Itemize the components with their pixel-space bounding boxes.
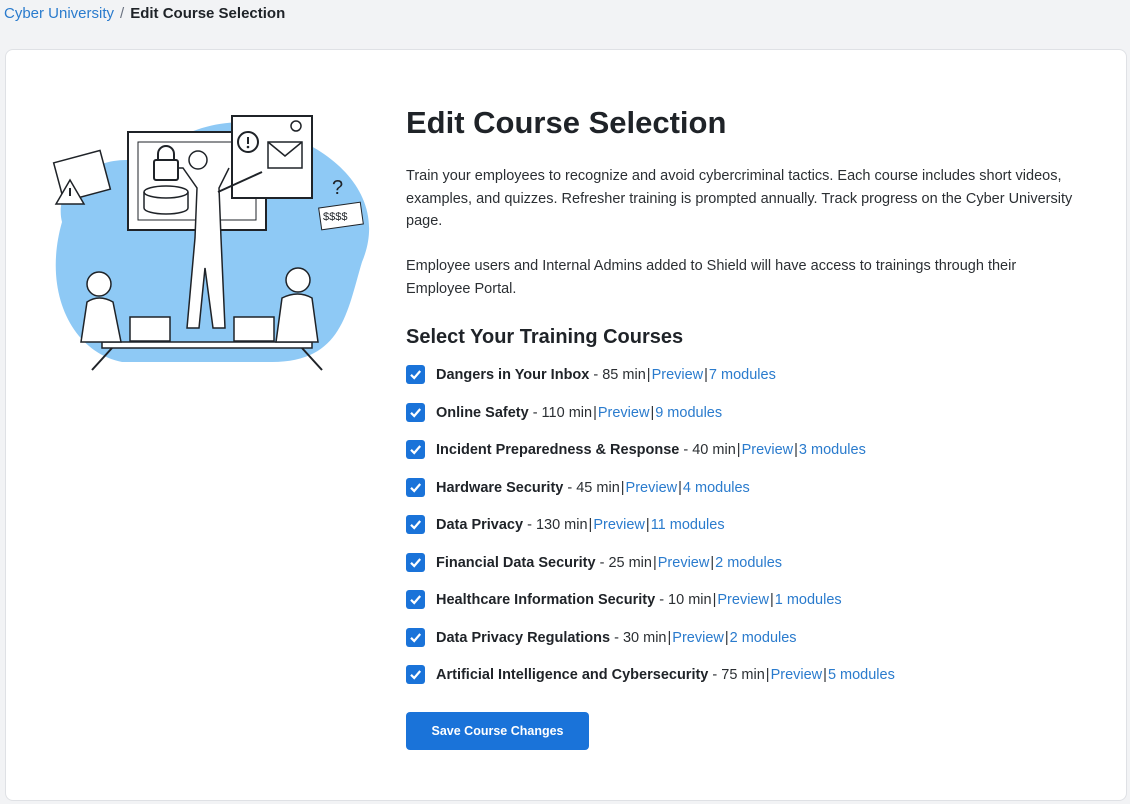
page-description: Train your employees to recognize and av… [406, 168, 1073, 229]
save-course-changes-button[interactable]: Save Course Changes [406, 712, 589, 750]
illustration-dollar-text: $$$$ [323, 211, 347, 223]
course-name: Data Privacy Regulations [436, 629, 611, 646]
checkmark-icon [410, 670, 422, 680]
course-item-incident-preparedness: Incident Preparedness & Response - 40 mi… [406, 439, 895, 477]
course-modules-link[interactable]: 1 modules [775, 589, 842, 611]
breadcrumb-current: Edit Course Selection [130, 5, 286, 22]
course-preview-link[interactable]: Preview [717, 589, 769, 611]
course-checkbox[interactable] [406, 365, 425, 384]
course-name: Artificial Intelligence and Cybersecurit… [436, 667, 709, 683]
course-preview-link[interactable]: Preview [742, 439, 794, 461]
course-modules-link[interactable]: 11 modules [651, 514, 725, 536]
course-duration: - 10 min [659, 592, 712, 608]
course-modules-link[interactable]: 2 modules [730, 627, 797, 649]
checkmark-icon [410, 445, 422, 455]
course-checkbox[interactable] [406, 402, 425, 422]
course-selection-card: ? $$$$ Edit Course Selection Train your … [5, 49, 1127, 801]
breadcrumb-link-cyber-university[interactable]: Cyber University [4, 5, 114, 22]
course-checkbox[interactable] [406, 627, 425, 647]
course-preview-link[interactable]: Preview [658, 552, 710, 574]
checkmark-icon [410, 407, 422, 418]
course-preview-link[interactable]: Preview [652, 364, 704, 386]
course-duration: - 40 min [683, 442, 736, 458]
course-item-data-privacy: Data Privacy - 130 min | Preview | 11 module… [406, 514, 895, 552]
course-name: Healthcare Information Security [436, 592, 656, 608]
course-checkbox[interactable] [406, 515, 425, 534]
course-preview-link[interactable]: Preview [626, 477, 678, 499]
course-modules-link[interactable]: 3 modules [799, 439, 866, 461]
course-item-data-privacy-regulations: Data Privacy Regulations - 30 min | Previe… [406, 627, 895, 665]
course-item-financial-data-security: Financial Data Security - 25 min | Preview… [406, 552, 895, 590]
course-modules-link[interactable]: 2 modules [715, 552, 782, 574]
checkmark-icon [410, 520, 422, 530]
course-name: Incident Preparedness & Response [436, 442, 680, 458]
course-item-online-safety: Online Safety - 110 min | Preview | 9 module… [406, 402, 895, 440]
course-preview-link[interactable]: Preview [593, 514, 645, 536]
breadcrumb: Cyber University / Edit Course Selection [4, 5, 285, 23]
course-list: Dangers in Your Inbox - 85 min | Preview | 7… [406, 364, 895, 702]
section-title: Select Your Training Courses [406, 326, 684, 348]
course-preview-link[interactable]: Preview [771, 664, 823, 686]
course-item-dangers-in-your-inbox: Dangers in Your Inbox - 85 min | Preview | 7… [406, 364, 895, 402]
course-duration: - 45 min [567, 479, 620, 496]
cybersecurity-training-illustration: ? $$$$ [52, 115, 370, 371]
course-preview-link[interactable]: Preview [598, 402, 650, 424]
breadcrumb-separator: / [120, 5, 125, 22]
course-duration: - 75 min [712, 667, 765, 683]
page-access-note: Employee users and Internal Admins added… [406, 258, 1017, 297]
course-checkbox[interactable] [406, 590, 425, 609]
course-item-hardware-security: Hardware Security - 45 min | Preview | 4 mod… [406, 477, 895, 515]
course-name: Financial Data Security [436, 554, 596, 571]
course-checkbox[interactable] [406, 477, 425, 497]
course-item-ai-and-cybersecurity: Artificial Intelligence and Cybersecurit… [406, 664, 895, 702]
course-preview-link[interactable]: Preview [672, 627, 724, 649]
checkmark-icon [410, 632, 422, 643]
svg-text:?: ? [332, 177, 343, 199]
course-duration: - 30 min [614, 629, 667, 646]
course-name: Dangers in Your Inbox [436, 367, 590, 383]
course-name: Online Safety [436, 404, 529, 421]
course-checkbox[interactable] [406, 552, 425, 572]
course-modules-link[interactable]: 5 modules [828, 664, 895, 686]
checkmark-icon [410, 595, 422, 605]
page-title: Edit Course Selection [406, 105, 727, 140]
course-modules-link[interactable]: 9 modules [655, 402, 722, 424]
course-duration: - 110 min [532, 404, 593, 421]
course-name: Hardware Security [436, 479, 564, 496]
course-item-healthcare-information-security: Healthcare Information Security - 10 min… [406, 589, 895, 627]
course-duration: - 25 min [599, 554, 652, 571]
course-name: Data Privacy [436, 517, 524, 533]
checkmark-icon [410, 370, 422, 380]
course-duration: - 85 min [593, 367, 646, 383]
course-duration: - 130 min [527, 517, 588, 533]
course-modules-link[interactable]: 4 modules [683, 477, 750, 499]
course-checkbox[interactable] [406, 665, 425, 684]
checkmark-icon [410, 557, 422, 568]
checkmark-icon [410, 482, 422, 493]
course-modules-link[interactable]: 7 modules [709, 364, 776, 386]
course-checkbox[interactable] [406, 440, 425, 459]
